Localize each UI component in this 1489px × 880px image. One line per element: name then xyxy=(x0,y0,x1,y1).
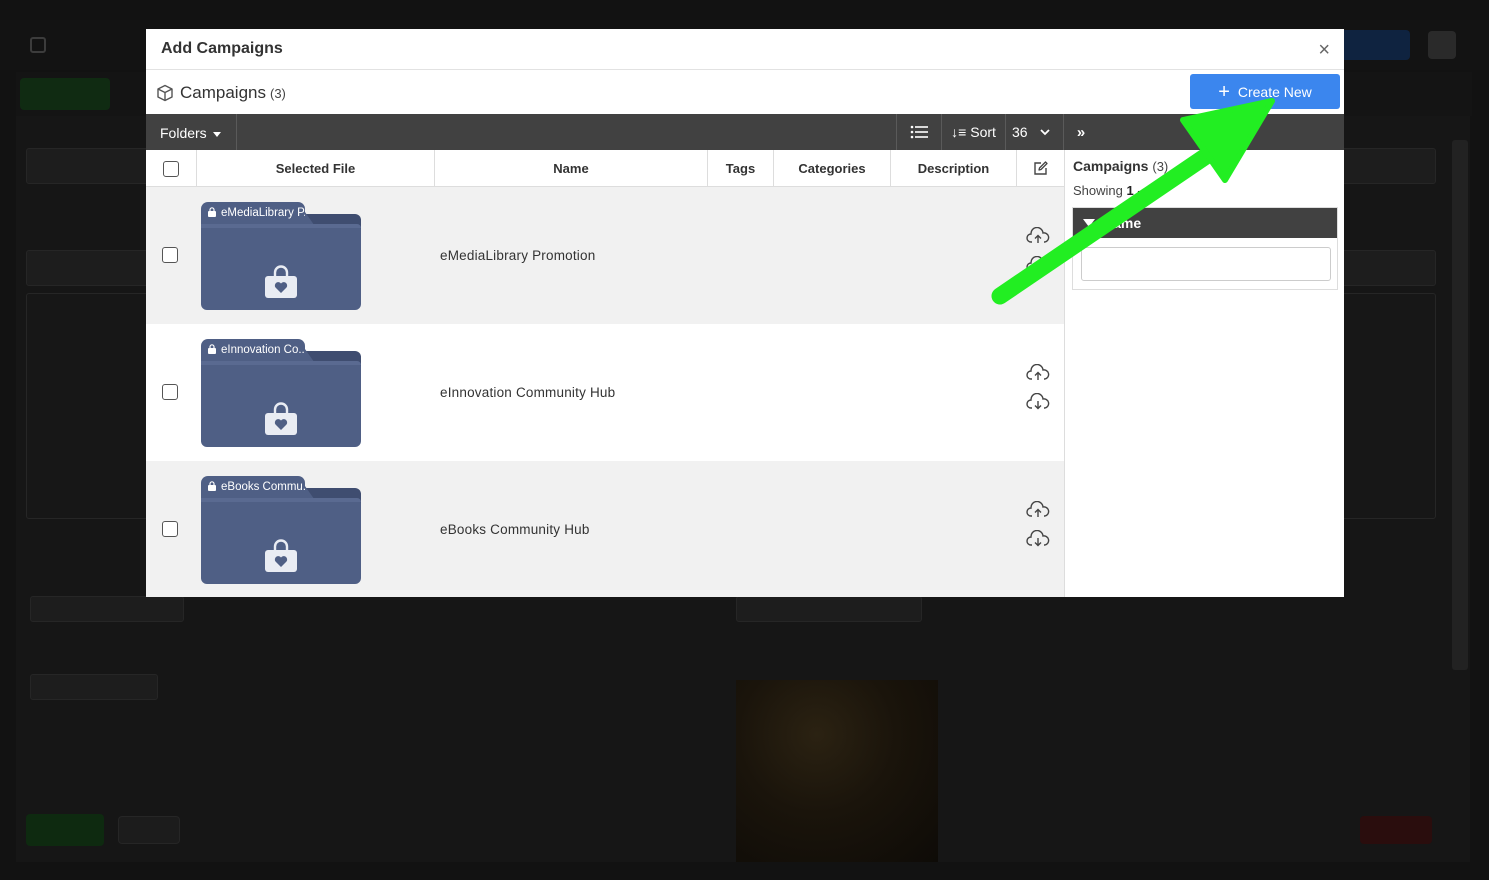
modal-header: Add Campaigns × xyxy=(146,29,1344,70)
sort-button[interactable]: ↓≡ Sort xyxy=(942,114,1006,150)
triangle-down-icon xyxy=(1083,219,1095,227)
list-view-button[interactable] xyxy=(896,114,942,150)
summary-sidebar: Campaigns (3) Showing 1 - 3 Name xyxy=(1064,150,1344,597)
row-name: eBooks Community Hub xyxy=(440,522,590,537)
background-save-button xyxy=(26,814,104,846)
shopping-bag-heart-icon xyxy=(265,265,297,298)
column-header[interactable]: Tags xyxy=(708,150,774,187)
column-header[interactable]: Selected File xyxy=(197,150,435,187)
edit-icon xyxy=(1034,161,1048,175)
section-title: Campaigns (3) xyxy=(180,83,286,103)
background-delete-button xyxy=(1360,816,1432,844)
background-blue-button xyxy=(1335,30,1410,60)
upload-cloud-icon[interactable] xyxy=(1026,501,1050,519)
folders-label: Folders xyxy=(160,125,207,141)
upload-cloud-icon[interactable] xyxy=(1026,227,1050,245)
create-new-label: Create New xyxy=(1237,83,1312,100)
create-new-button[interactable]: + Create New xyxy=(1190,74,1340,109)
background-field xyxy=(736,596,922,622)
table-row[interactable]: eBooks Commu... eBooks Community Hub xyxy=(146,461,1064,597)
page-size-select[interactable]: 36 xyxy=(1006,114,1064,150)
background-brand xyxy=(30,36,56,54)
folder-thumbnail[interactable]: eBooks Commu... xyxy=(201,476,361,584)
shopping-bag-heart-icon xyxy=(265,402,297,435)
header-select-all xyxy=(146,150,197,187)
column-header[interactable]: Name xyxy=(435,150,708,187)
folder-body xyxy=(201,361,361,447)
close-icon[interactable]: × xyxy=(1318,40,1330,60)
folder-tab-label: eInnovation Co... xyxy=(221,344,305,356)
bag-small-icon xyxy=(208,207,216,217)
column-header[interactable]: Description xyxy=(891,150,1017,187)
edit-columns-button[interactable] xyxy=(1017,150,1064,187)
table-row[interactable]: eMediaLibrary P... eMediaLibrary Promoti… xyxy=(146,187,1064,324)
sidebar-count: (3) xyxy=(1152,159,1169,174)
filter-header[interactable]: Name xyxy=(1073,208,1337,238)
section-title-label: Campaigns xyxy=(180,83,266,102)
summary-label: ARY xyxy=(1226,124,1256,140)
bag-small-icon xyxy=(208,344,216,354)
name-filter-input[interactable] xyxy=(1081,247,1331,281)
row-name: eInnovation Community Hub xyxy=(440,385,616,400)
modal-title: Add Campaigns xyxy=(161,40,283,57)
folder-body xyxy=(201,224,361,310)
showing-range: Showing 1 - 3 xyxy=(1073,183,1153,198)
select-all-checkbox[interactable] xyxy=(163,160,179,177)
campaigns-table: Selected File Name Tags Categories Descr… xyxy=(146,150,1064,597)
expand-panel-icon[interactable]: » xyxy=(1066,114,1096,150)
bag-small-icon xyxy=(208,481,216,491)
row-checkbox[interactable] xyxy=(162,247,178,263)
plus-icon: + xyxy=(1218,80,1230,103)
shopping-bag-heart-icon xyxy=(265,539,297,572)
folder-thumbnail[interactable]: eMediaLibrary P... xyxy=(201,202,361,310)
folders-dropdown[interactable]: Folders xyxy=(146,114,237,150)
sidebar-title-label: Campaigns xyxy=(1073,158,1149,174)
download-cloud-icon[interactable] xyxy=(1026,256,1050,274)
table-row[interactable]: eInnovation Co... eInnovation Community … xyxy=(146,324,1064,461)
background-field xyxy=(30,674,158,700)
filter-header-label: Name xyxy=(1103,215,1142,231)
list-icon xyxy=(910,125,928,139)
row-checkbox[interactable] xyxy=(162,384,178,400)
upload-cloud-icon[interactable] xyxy=(1026,364,1050,382)
background-green-button xyxy=(20,78,110,110)
row-name: eMediaLibrary Promotion xyxy=(440,248,596,263)
table-header: Selected File Name Tags Categories Descr… xyxy=(146,150,1064,187)
download-cloud-icon[interactable] xyxy=(1026,530,1050,548)
caret-down-icon xyxy=(212,131,221,137)
column-header[interactable]: Categories xyxy=(774,150,891,187)
sidebar-title: Campaigns (3) xyxy=(1073,158,1168,174)
background-cancel-button xyxy=(118,816,180,844)
showing-value: 1 - 3 xyxy=(1126,183,1153,198)
background-scrollbar xyxy=(1452,140,1468,670)
section-header: Campaigns (3) + Create New xyxy=(146,70,1344,114)
download-cloud-icon[interactable] xyxy=(1026,393,1050,411)
background-field xyxy=(30,596,184,622)
cube-icon xyxy=(157,84,173,102)
sort-icon: ↓≡ xyxy=(951,124,967,140)
row-checkbox[interactable] xyxy=(162,521,178,537)
folder-tab-label: eMediaLibrary P... xyxy=(221,207,305,219)
toolbar: Folders ↓≡ Sort 36 » ARY xyxy=(146,114,1344,150)
add-campaigns-modal: Add Campaigns × Campaigns (3) + Create Ne… xyxy=(146,29,1344,597)
showing-prefix: Showing xyxy=(1073,183,1123,198)
background-photo xyxy=(736,680,938,862)
name-filter: Name xyxy=(1072,207,1338,290)
chevron-down-icon xyxy=(1039,128,1050,135)
folder-body xyxy=(201,498,361,584)
folder-thumbnail[interactable]: eInnovation Co... xyxy=(201,339,361,447)
folder-tab-label: eBooks Commu... xyxy=(221,481,305,493)
section-count: (3) xyxy=(270,86,286,101)
sort-label: Sort xyxy=(970,124,996,140)
background-gear-icon xyxy=(1428,31,1456,59)
page-size-value: 36 xyxy=(1012,124,1028,140)
